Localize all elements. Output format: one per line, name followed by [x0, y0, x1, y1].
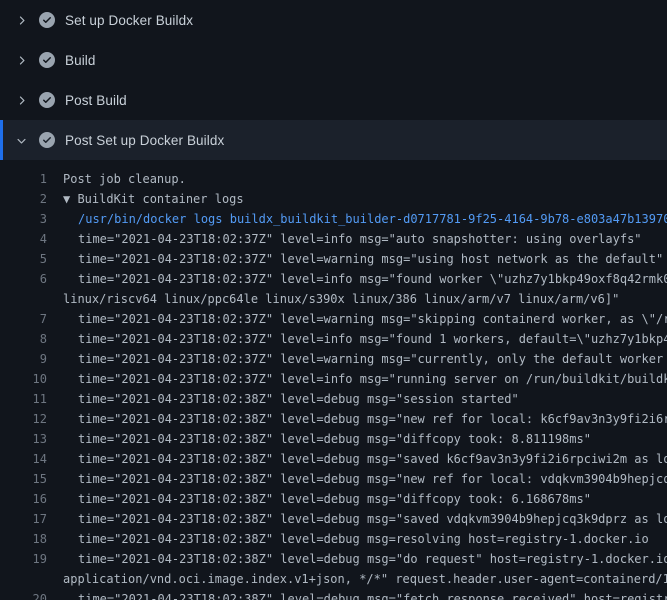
- log-line-text: time="2021-04-23T18:02:38Z" level=debug …: [78, 589, 667, 600]
- collapse-triangle-icon[interactable]: ▼: [63, 192, 77, 206]
- step-title: Post Build: [65, 93, 127, 108]
- log-row: 13 time="2021-04-23T18:02:38Z" level=debu…: [0, 429, 667, 449]
- log-line-number: [0, 569, 47, 589]
- actions-log-viewer: Set up Docker Buildx Build Post Build: [0, 0, 667, 600]
- log-row: 3/usr/bin/docker logs buildx_buildkit_bu…: [0, 209, 667, 229]
- log-row: 8 time="2021-04-23T18:02:37Z" level=info …: [0, 329, 667, 349]
- log-row: 19 time="2021-04-23T18:02:38Z" level=debu…: [0, 549, 667, 569]
- log-row: 7 time="2021-04-23T18:02:37Z" level=warni…: [0, 309, 667, 329]
- log-row: 15 time="2021-04-23T18:02:38Z" level=debu…: [0, 469, 667, 489]
- chevron-down-icon: [13, 132, 29, 148]
- log-line-text: time="2021-04-23T18:02:37Z" level=warnin…: [78, 249, 663, 269]
- step-row-build[interactable]: Build: [0, 40, 667, 80]
- log-row: 5 time="2021-04-23T18:02:37Z" level=warni…: [0, 249, 667, 269]
- check-circle-icon: [39, 132, 55, 148]
- check-circle-icon: [39, 12, 55, 28]
- log-line-number[interactable]: 3: [0, 209, 47, 229]
- log-row: 16 time="2021-04-23T18:02:38Z" level=debu…: [0, 489, 667, 509]
- steps-list: Set up Docker Buildx Build Post Build: [0, 0, 667, 160]
- log-row: 1 Post job cleanup.: [0, 169, 667, 189]
- check-circle-icon: [39, 92, 55, 108]
- log-row: linux/riscv64 linux/ppc64le linux/s390x …: [0, 289, 667, 309]
- log-line-number[interactable]: 5: [0, 249, 47, 269]
- log-row: application/vnd.oci.image.index.v1+json,…: [0, 569, 667, 589]
- step-title: Set up Docker Buildx: [65, 13, 193, 28]
- log-row: 6 time="2021-04-23T18:02:37Z" level=info …: [0, 269, 667, 289]
- log-line-number[interactable]: 6: [0, 269, 47, 289]
- log-line-text: time="2021-04-23T18:02:38Z" level=debug …: [78, 509, 667, 529]
- check-circle-icon: [39, 52, 55, 68]
- step-row-post-set-up-docker-buildx[interactable]: Post Set up Docker Buildx: [0, 120, 667, 160]
- log-line-text: time="2021-04-23T18:02:37Z" level=warnin…: [78, 309, 667, 329]
- log-line-number[interactable]: 12: [0, 409, 47, 429]
- log-line-text: time="2021-04-23T18:02:38Z" level=debug …: [78, 389, 519, 409]
- log-line-number[interactable]: 19: [0, 549, 47, 569]
- log-row: 11 time="2021-04-23T18:02:38Z" level=debu…: [0, 389, 667, 409]
- log-lines: 1 Post job cleanup. 2 ▼ BuildKit container …: [0, 160, 667, 600]
- chevron-right-icon: [13, 92, 29, 108]
- log-row: 9 time="2021-04-23T18:02:37Z" level=warni…: [0, 349, 667, 369]
- log-line-number[interactable]: 13: [0, 429, 47, 449]
- step-title: Post Set up Docker Buildx: [65, 133, 224, 148]
- log-line-number[interactable]: 20: [0, 589, 47, 600]
- log-command-text: /usr/bin/docker logs buildx_buildkit_bui…: [78, 209, 667, 229]
- log-line-number[interactable]: 15: [0, 469, 47, 489]
- log-line-text: time="2021-04-23T18:02:38Z" level=debug …: [78, 489, 591, 509]
- log-line-text: time="2021-04-23T18:02:37Z" level=info m…: [78, 369, 667, 389]
- log-line-text: application/vnd.oci.image.index.v1+json,…: [63, 569, 667, 589]
- chevron-right-icon: [13, 12, 29, 28]
- log-line-number[interactable]: 10: [0, 369, 47, 389]
- log-line-number[interactable]: 14: [0, 449, 47, 469]
- log-row: 17 time="2021-04-23T18:02:38Z" level=debu…: [0, 509, 667, 529]
- log-line-number[interactable]: 16: [0, 489, 47, 509]
- log-line-text: time="2021-04-23T18:02:37Z" level=info m…: [78, 329, 667, 349]
- log-line-text: Post job cleanup.: [63, 169, 186, 189]
- log-line-number[interactable]: 2: [0, 189, 47, 209]
- log-line-text: time="2021-04-23T18:02:38Z" level=debug …: [78, 429, 591, 449]
- chevron-right-icon: [13, 52, 29, 68]
- log-line-text: time="2021-04-23T18:02:37Z" level=warnin…: [78, 349, 667, 369]
- log-line-text: time="2021-04-23T18:02:38Z" level=debug …: [78, 529, 649, 549]
- log-line-number[interactable]: 11: [0, 389, 47, 409]
- log-group-title: BuildKit container logs: [77, 192, 243, 206]
- log-line-number[interactable]: 17: [0, 509, 47, 529]
- log-row: 2 ▼ BuildKit container logs: [0, 189, 667, 209]
- log-row: 10 time="2021-04-23T18:02:37Z" level=info…: [0, 369, 667, 389]
- log-row: 20 time="2021-04-23T18:02:38Z" level=debu…: [0, 589, 667, 600]
- log-line-number: [0, 289, 47, 309]
- log-line-number[interactable]: 4: [0, 229, 47, 249]
- log-line-text: time="2021-04-23T18:02:37Z" level=info m…: [78, 229, 642, 249]
- log-row: 4 time="2021-04-23T18:02:37Z" level=info …: [0, 229, 667, 249]
- log-row: 12 time="2021-04-23T18:02:38Z" level=debu…: [0, 409, 667, 429]
- log-line-text: time="2021-04-23T18:02:38Z" level=debug …: [78, 469, 667, 489]
- log-line-text: time="2021-04-23T18:02:38Z" level=debug …: [78, 449, 667, 469]
- log-line-number[interactable]: 8: [0, 329, 47, 349]
- log-line-text: linux/riscv64 linux/ppc64le linux/s390x …: [63, 289, 619, 309]
- log-line-text: time="2021-04-23T18:02:38Z" level=debug …: [78, 409, 667, 429]
- log-line-text: time="2021-04-23T18:02:37Z" level=info m…: [78, 269, 667, 289]
- log-row: 18 time="2021-04-23T18:02:38Z" level=debu…: [0, 529, 667, 549]
- log-line-number[interactable]: 7: [0, 309, 47, 329]
- log-line-number[interactable]: 1: [0, 169, 47, 189]
- log-line-number[interactable]: 9: [0, 349, 47, 369]
- step-title: Build: [65, 53, 96, 68]
- log-line-number[interactable]: 18: [0, 529, 47, 549]
- log-group-line: ▼ BuildKit container logs: [63, 189, 244, 209]
- log-line-text: time="2021-04-23T18:02:38Z" level=debug …: [78, 549, 667, 569]
- step-row-post-build[interactable]: Post Build: [0, 80, 667, 120]
- step-row-set-up-docker-buildx[interactable]: Set up Docker Buildx: [0, 0, 667, 40]
- log-row: 14 time="2021-04-23T18:02:38Z" level=debu…: [0, 449, 667, 469]
